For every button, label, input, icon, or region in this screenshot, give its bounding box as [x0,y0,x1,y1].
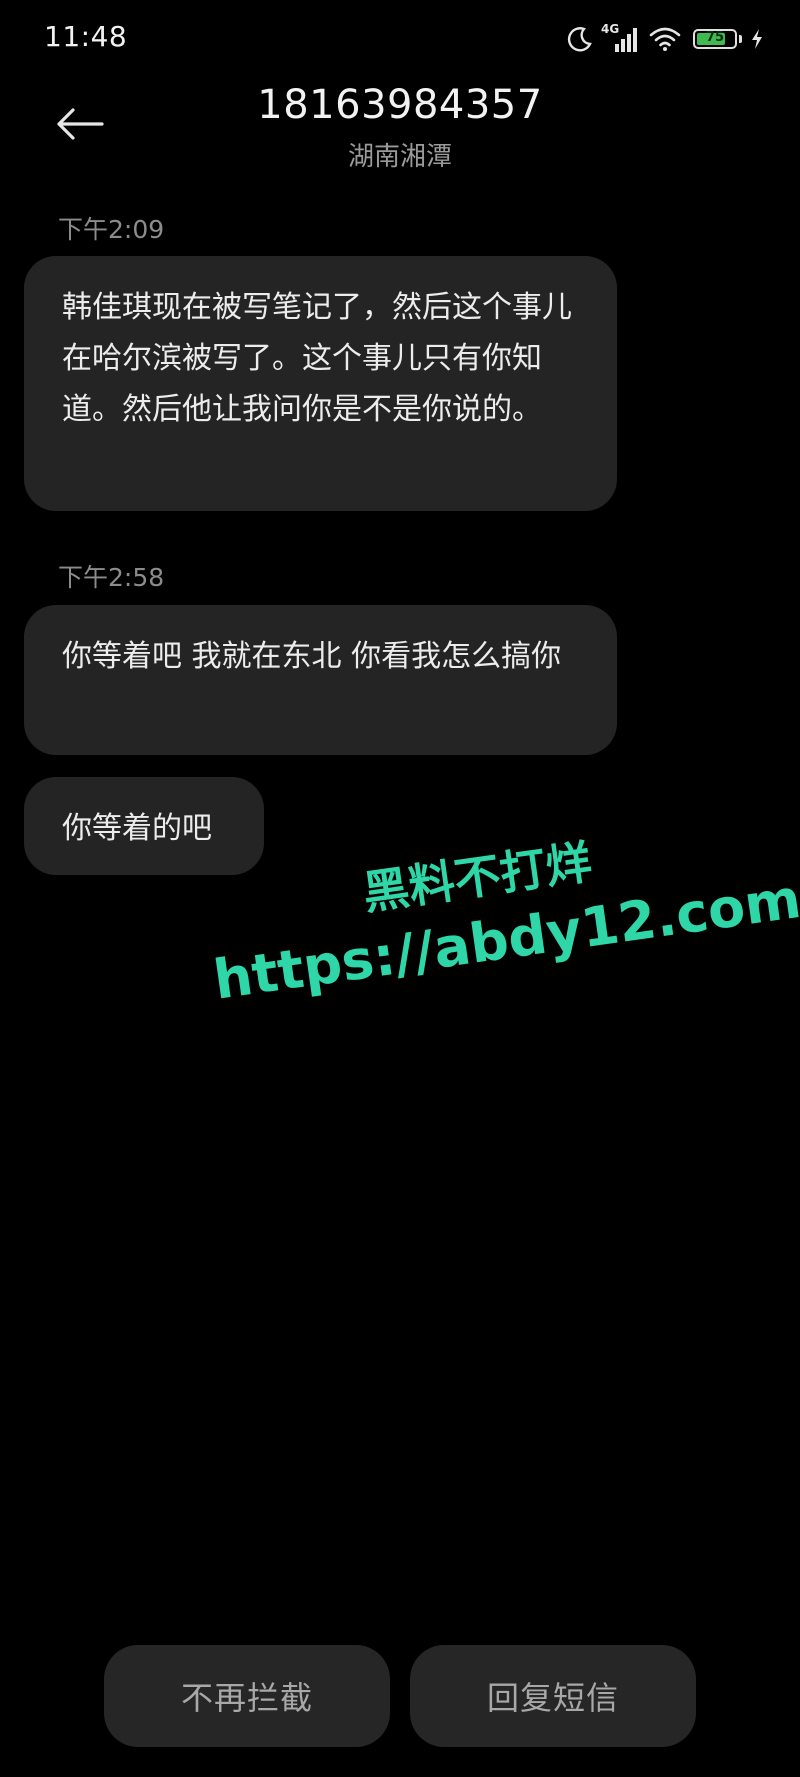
watermark: 黑料不打烊 https://abdy12.com [200,802,800,1012]
message-text: 你等着吧 我就在东北 你看我怎么搞你 [62,639,562,674]
reply-sms-button[interactable]: 回复短信 [410,1645,696,1747]
battery-icon: 75 [693,29,737,49]
status-bar: 11:48 4G 75 [0,0,800,72]
status-time: 11:48 [44,20,128,53]
wifi-icon [649,26,681,52]
message-text: 你等着的吧 [62,811,212,846]
signal-icon: 4G [601,22,641,54]
moon-icon [567,26,593,52]
message-text: 韩佳琪现在被写笔记了，然后这个事儿在哈尔滨被写了。这个事儿只有你知道。然后他让我… [62,290,572,427]
message-bubble[interactable]: 你等着的吧 [24,777,264,875]
message-timestamp: 下午2:58 [58,563,165,592]
bottom-action-bar: 不再拦截 回复短信 [0,1645,800,1749]
message-timestamp: 下午2:09 [58,215,165,244]
message-bubble[interactable]: 你等着吧 我就在东北 你看我怎么搞你 [24,605,617,755]
battery-tip [739,35,742,43]
message-bubble[interactable]: 韩佳琪现在被写笔记了，然后这个事儿在哈尔滨被写了。这个事儿只有你知道。然后他让我… [24,256,617,511]
unblock-button[interactable]: 不再拦截 [104,1645,390,1747]
contact-location: 湖南湘潭 [347,142,452,172]
battery-text: 75 [705,30,725,45]
charging-icon [750,28,764,50]
contact-number: 18163984357 [257,82,543,128]
status-icons: 4G 75 [567,22,764,56]
